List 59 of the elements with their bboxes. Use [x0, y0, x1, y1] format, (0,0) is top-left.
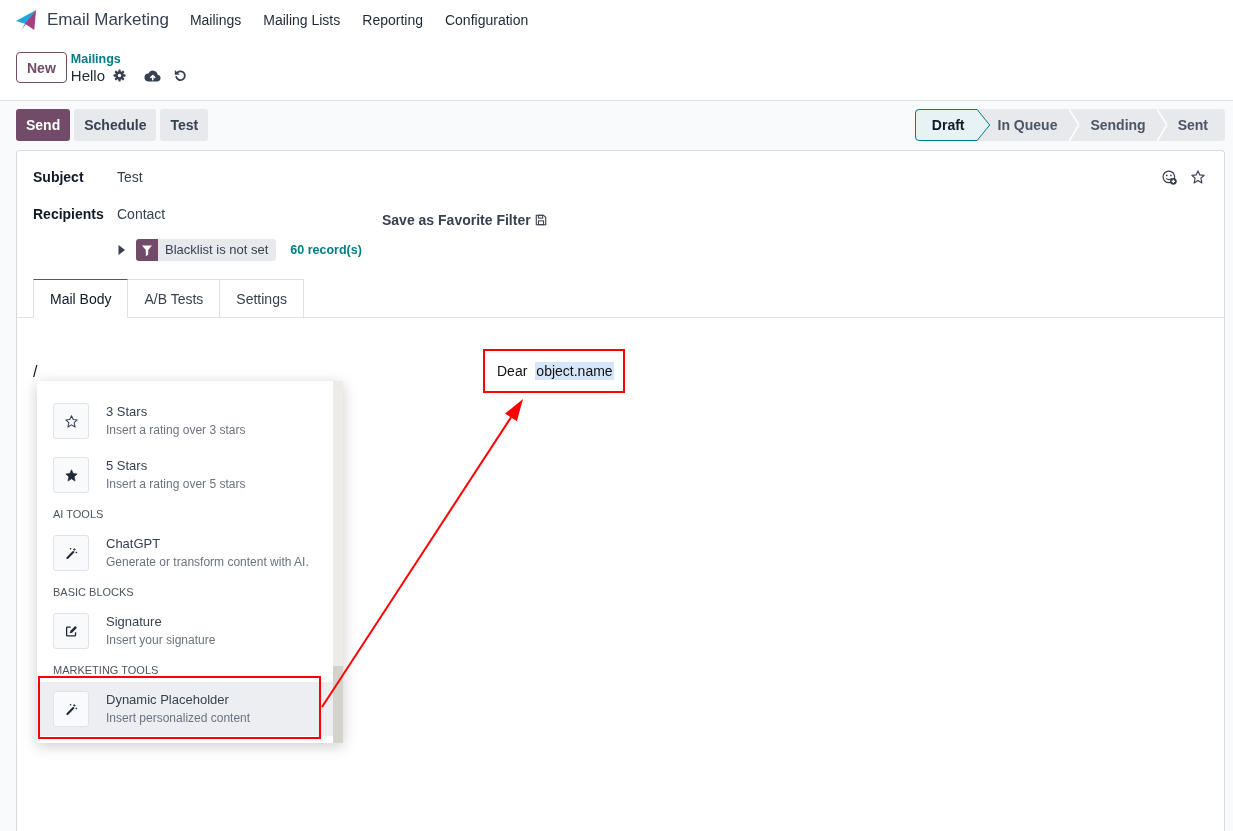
greeting-text: Dear — [497, 363, 528, 379]
field-label: Recipients — [33, 205, 105, 224]
records-count-link[interactable]: 60 record(s) — [290, 243, 362, 257]
field-value: Test — [117, 168, 143, 187]
magic-wand-icon — [53, 691, 89, 727]
menu-item[interactable]: Dynamic Placeholder Insert personalized content — [37, 682, 333, 736]
caret-icon[interactable] — [117, 245, 127, 255]
item-description: Insert a rating over 3 stars — [106, 422, 246, 439]
record-title: Hello — [70, 67, 105, 84]
magic-wand-icon — [53, 535, 89, 571]
field-label: Subject — [33, 168, 85, 187]
status-step[interactable]: Sending — [1079, 109, 1157, 141]
action-button[interactable]: Schedule — [74, 109, 157, 141]
field-value: Contact — [117, 205, 167, 224]
undo-icon[interactable] — [174, 69, 187, 82]
menu-item[interactable]: Configuration — [433, 0, 540, 40]
action-button[interactable]: Send — [16, 109, 71, 141]
logo-icon[interactable] — [15, 9, 37, 31]
status-step[interactable]: Sent — [1166, 109, 1225, 141]
smiley-plus-icon[interactable] — [1162, 169, 1177, 185]
scrollbar-thumb[interactable] — [333, 666, 343, 743]
save-icon — [534, 214, 547, 226]
scrollbar[interactable] — [333, 381, 343, 743]
app-name[interactable]: Email Marketing — [47, 10, 169, 30]
item-description: Generate or transform content with AI. — [106, 554, 309, 571]
item-description: Insert personalized content — [106, 710, 251, 727]
menu-category: BASIC BLOCKS — [52, 585, 135, 600]
filter-tag[interactable]: Blacklist is not set — [136, 239, 277, 261]
filter-icon — [136, 239, 158, 261]
item-title: ChatGPT — [106, 535, 161, 553]
status-step[interactable]: Draft — [914, 109, 991, 141]
placeholder-chip: object.name — [535, 362, 614, 380]
tab[interactable]: Mail Body — [33, 279, 129, 318]
star-outline-icon[interactable] — [1191, 170, 1205, 184]
save-filter-link[interactable]: Save as Favorite Filter — [382, 210, 547, 230]
star-outline-icon — [53, 403, 89, 439]
filter-label: Blacklist is not set — [164, 241, 270, 259]
menu-category: MARKETING TOOLS — [52, 663, 160, 678]
action-button[interactable]: Test — [160, 109, 209, 141]
menu-category: AI TOOLS — [52, 507, 105, 522]
editor-text: / — [33, 362, 38, 382]
status-step[interactable]: In Queue — [990, 109, 1070, 141]
item-title: 5 Stars — [106, 457, 148, 475]
pencil-square-icon — [53, 613, 89, 649]
cloud-upload-icon[interactable] — [144, 69, 161, 82]
menu-item[interactable]: Reporting — [351, 0, 434, 40]
breadcrumb-link[interactable]: Mailings — [70, 52, 121, 66]
item-description: Insert a rating over 5 stars — [106, 476, 246, 493]
item-title: 3 Stars — [106, 403, 148, 421]
chevron-separator — [1069, 109, 1080, 141]
tab[interactable]: Settings — [219, 279, 304, 317]
chevron-separator — [1156, 109, 1167, 141]
item-title: Dynamic Placeholder — [106, 691, 229, 709]
menu-item[interactable]: Mailings — [178, 0, 253, 40]
new-button[interactable]: New — [16, 52, 67, 83]
menu-item[interactable]: Mailing Lists — [252, 0, 352, 40]
item-description: Insert your signature — [106, 632, 216, 649]
gear-icon[interactable] — [113, 69, 126, 82]
item-title: Signature — [106, 613, 162, 631]
